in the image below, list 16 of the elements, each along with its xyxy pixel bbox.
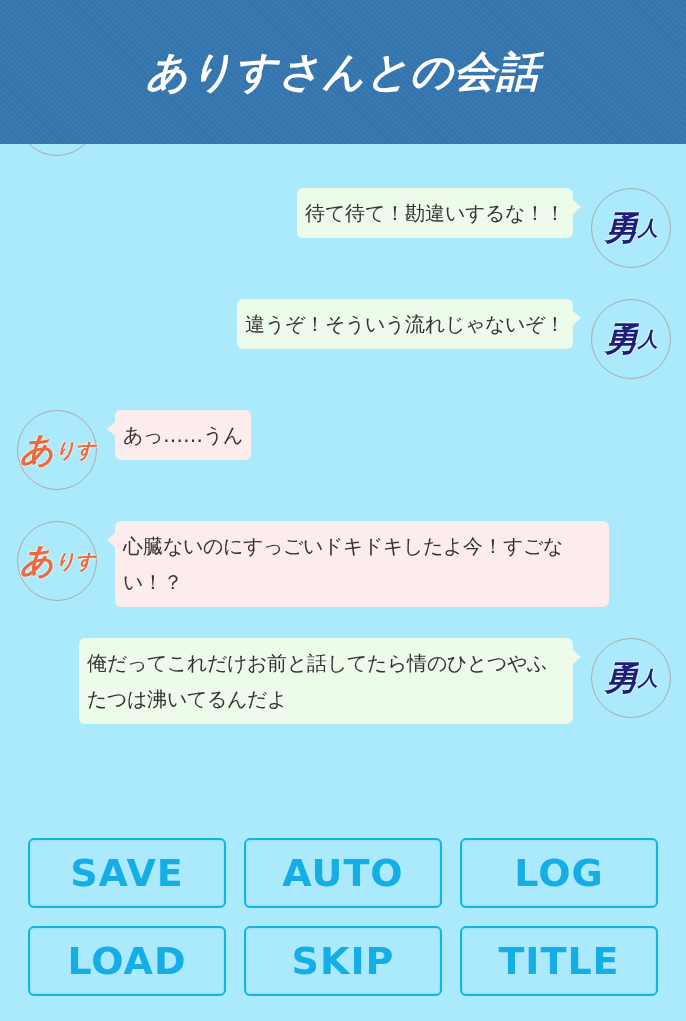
bubble-tail — [573, 311, 581, 325]
menu-button[interactable]: SKIP — [244, 926, 442, 996]
bubble-tail — [573, 650, 581, 664]
speech-bubble: 俺だってこれだけお前と話してたら情のひとつやふたつは沸いてるんだよ — [79, 638, 573, 724]
menu-button[interactable]: SAVE — [28, 838, 226, 908]
menu-button[interactable]: LOG — [460, 838, 658, 908]
speech-bubble: あっ……うん — [115, 410, 251, 460]
speech-bubble: 待て待て！勘違いするな！！ — [297, 188, 573, 238]
bubble-tail — [573, 200, 581, 214]
bubble-tail — [107, 533, 115, 547]
bubble-tail — [107, 422, 115, 436]
menu-button[interactable]: LOAD — [28, 926, 226, 996]
speech-bubble: 心臓ないのにすっごいドキドキしたよ今！すごない！？ — [115, 521, 609, 607]
speech-bubble: 違うぞ！そういう流れじゃないぞ！ — [237, 299, 573, 349]
menu-button[interactable]: AUTO — [244, 838, 442, 908]
menu-button[interactable]: TITLE — [460, 926, 658, 996]
